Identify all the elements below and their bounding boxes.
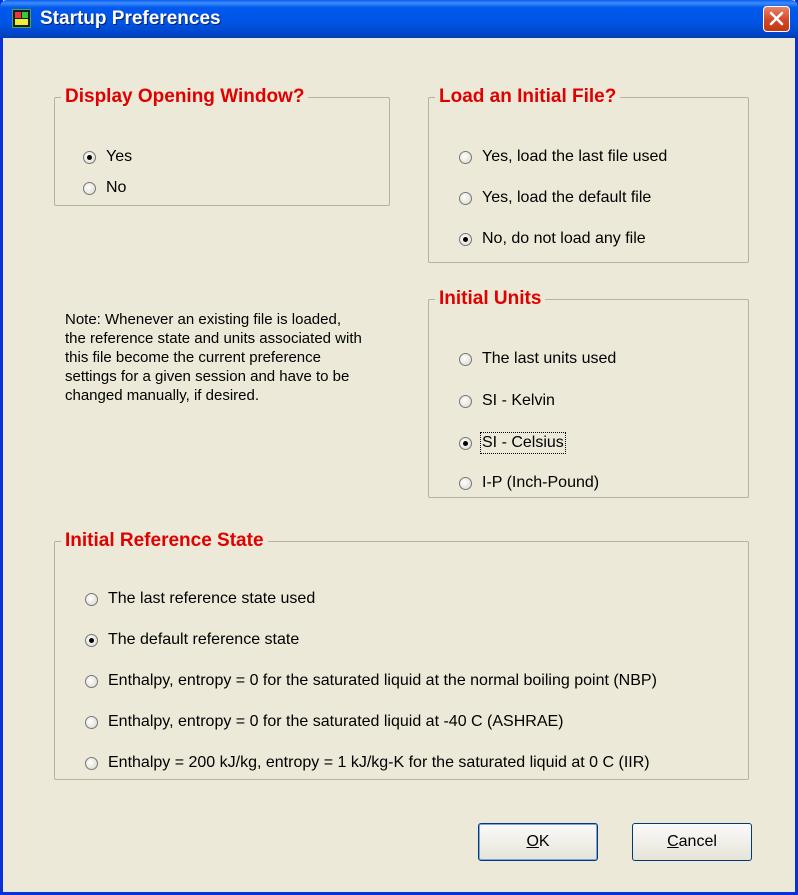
radio-button[interactable] bbox=[85, 592, 98, 606]
radio-button[interactable] bbox=[459, 436, 472, 450]
note-text: Note: Whenever an existing file is loade… bbox=[65, 311, 362, 404]
radio-units-si-kelvin[interactable]: SI - Kelvin bbox=[459, 392, 555, 410]
radio-units-ip[interactable]: I-P (Inch-Pound) bbox=[459, 474, 599, 492]
cancel-button[interactable]: Cancel bbox=[632, 823, 752, 861]
close-icon bbox=[769, 11, 784, 26]
radio-button[interactable] bbox=[85, 674, 98, 688]
radio-button[interactable] bbox=[459, 232, 472, 246]
ok-button[interactable]: OK bbox=[478, 823, 598, 861]
radio-label: SI - Kelvin bbox=[482, 392, 555, 409]
radio-label: The last units used bbox=[482, 350, 617, 367]
radio-button[interactable] bbox=[85, 715, 98, 729]
radio-label: I-P (Inch-Pound) bbox=[482, 474, 600, 491]
radio-ref-last[interactable]: The last reference state used bbox=[85, 590, 315, 608]
group-legend: Display Opening Window? bbox=[65, 86, 305, 107]
display-opening-window-group: Display Opening Window? Yes No bbox=[54, 86, 390, 206]
radio-button[interactable] bbox=[83, 181, 96, 195]
radio-load-default-file[interactable]: Yes, load the default file bbox=[459, 189, 651, 207]
radio-ref-default[interactable]: The default reference state bbox=[85, 631, 299, 649]
app-icon bbox=[12, 9, 31, 28]
radio-label: Enthalpy, entropy = 0 for the saturated … bbox=[108, 672, 657, 689]
radio-label: Yes, load the default file bbox=[482, 189, 652, 206]
initial-units-group: Initial Units The last units used SI - K… bbox=[428, 288, 749, 498]
radio-label: The default reference state bbox=[108, 631, 300, 648]
radio-button[interactable] bbox=[83, 150, 96, 164]
radio-button[interactable] bbox=[85, 756, 98, 770]
radio-label: Enthalpy, entropy = 0 for the saturated … bbox=[108, 713, 564, 730]
radio-display-yes[interactable]: Yes bbox=[83, 148, 132, 166]
cancel-mnemonic: C bbox=[667, 833, 679, 850]
radio-ref-nbp[interactable]: Enthalpy, entropy = 0 for the saturated … bbox=[85, 672, 657, 690]
title-bar[interactable]: Startup Preferences bbox=[0, 0, 798, 38]
radio-load-no-file[interactable]: No, do not load any file bbox=[459, 230, 646, 248]
radio-label: Yes bbox=[106, 148, 133, 165]
cancel-label-rest: ancel bbox=[678, 833, 717, 850]
radio-units-si-celsius[interactable]: SI - Celsius bbox=[459, 432, 566, 454]
radio-label: Enthalpy = 200 kJ/kg, entropy = 1 kJ/kg-… bbox=[108, 754, 650, 771]
window-title: Startup Preferences bbox=[40, 8, 221, 29]
group-legend: Load an Initial File? bbox=[439, 86, 617, 107]
radio-load-last-file[interactable]: Yes, load the last file used bbox=[459, 148, 667, 166]
radio-button[interactable] bbox=[459, 476, 472, 490]
radio-ref-ashrae[interactable]: Enthalpy, entropy = 0 for the saturated … bbox=[85, 713, 564, 731]
radio-label: No bbox=[106, 179, 127, 196]
radio-label: No, do not load any file bbox=[482, 230, 646, 247]
radio-display-no[interactable]: No bbox=[83, 179, 126, 197]
group-legend: Initial Reference State bbox=[65, 530, 264, 551]
radio-label: Yes, load the last file used bbox=[482, 148, 668, 165]
load-initial-file-group: Load an Initial File? Yes, load the last… bbox=[428, 86, 749, 263]
radio-ref-iir[interactable]: Enthalpy = 200 kJ/kg, entropy = 1 kJ/kg-… bbox=[85, 754, 650, 772]
radio-button[interactable] bbox=[85, 633, 98, 647]
ok-label-rest: K bbox=[538, 833, 550, 850]
radio-button[interactable] bbox=[459, 394, 472, 408]
radio-button[interactable] bbox=[459, 150, 472, 164]
radio-units-last[interactable]: The last units used bbox=[459, 350, 616, 368]
ok-mnemonic: O bbox=[526, 833, 539, 850]
radio-button[interactable] bbox=[459, 352, 472, 366]
radio-label: SI - Celsius bbox=[480, 432, 566, 454]
initial-reference-state-group: Initial Reference State The last referen… bbox=[54, 530, 749, 780]
radio-button[interactable] bbox=[459, 191, 472, 205]
group-legend: Initial Units bbox=[439, 288, 542, 309]
startup-preferences-dialog: Startup Preferences Display Opening Wind… bbox=[0, 0, 798, 895]
close-button[interactable] bbox=[763, 6, 790, 32]
radio-label: The last reference state used bbox=[108, 590, 316, 607]
